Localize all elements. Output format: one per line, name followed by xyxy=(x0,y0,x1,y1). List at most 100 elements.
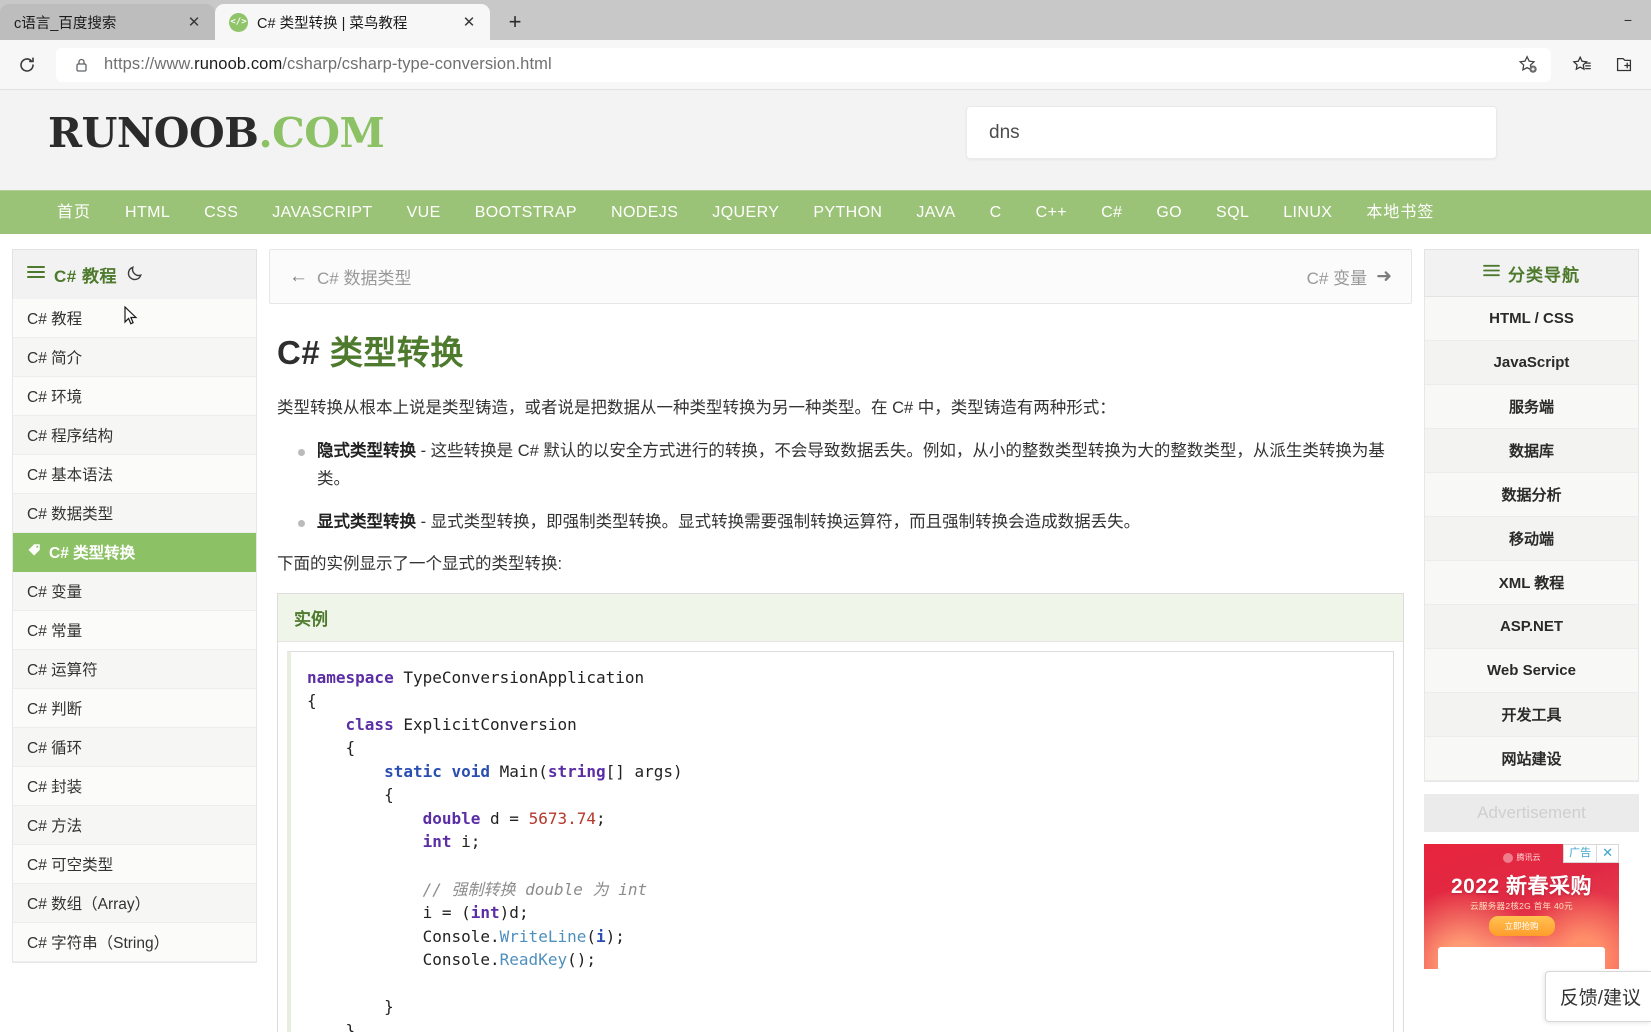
nav-item-css[interactable]: CSS xyxy=(187,191,255,235)
sidebar-item-variables[interactable]: C# 变量 xyxy=(13,572,256,611)
site-logo[interactable]: RUNOOB.COM xyxy=(48,109,385,157)
sidebar-item-basic-syntax[interactable]: C# 基本语法 xyxy=(13,455,256,494)
close-icon[interactable]: ✕ xyxy=(458,11,480,33)
category-item-javascript[interactable]: JavaScript xyxy=(1425,341,1638,385)
sidebar-item-label: C# 常量 xyxy=(27,623,83,640)
left-sidebar-list: C# 教程 C# 简介 C# 环境 C# 程序结构 C# 基本语法 C# 数据类… xyxy=(12,299,257,963)
category-item-website-building[interactable]: 网站建设 xyxy=(1425,737,1638,781)
nav-item-sql[interactable]: SQL xyxy=(1199,191,1266,235)
example-title: 实例 xyxy=(278,593,1403,642)
breadcrumb: ← C# 数据类型 C# 变量 ➜ xyxy=(269,249,1412,304)
sidebar-item-type-conversion[interactable]: C# 类型转换 xyxy=(13,533,256,572)
lead-paragraph: 下面的实例显示了一个显式的类型转换: xyxy=(277,555,563,573)
minimize-button[interactable]: − xyxy=(1605,0,1651,40)
reload-icon[interactable] xyxy=(10,48,44,82)
sidebar-item-label: C# 判断 xyxy=(27,701,83,718)
sidebar-item-label: C# 环境 xyxy=(27,389,83,406)
nav-item-go[interactable]: GO xyxy=(1139,191,1199,235)
category-item-data-analysis[interactable]: 数据分析 xyxy=(1425,473,1638,517)
nav-item-csharp[interactable]: C# xyxy=(1084,191,1139,235)
sidebar-item-environment[interactable]: C# 环境 xyxy=(13,377,256,416)
nav-item-html[interactable]: HTML xyxy=(108,191,187,235)
list-item: 隐式类型转换 - 这些转换是 C# 默认的以安全方式进行的转换，不会导致数据丢失… xyxy=(277,437,1404,494)
sidebar-item-label: C# 教程 xyxy=(27,311,83,328)
category-item-server[interactable]: 服务端 xyxy=(1425,385,1638,429)
browser-toolbar: https://www.runoob.com/csharp/csharp-typ… xyxy=(0,40,1651,90)
add-favorite-icon[interactable] xyxy=(1515,52,1541,78)
sidebar-item-label: C# 类型转换 xyxy=(49,545,136,562)
sidebar-item-label: C# 简介 xyxy=(27,350,83,367)
intro-paragraph: 类型转换从根本上说是类型铸造，或者说是把数据从一种类型转换为另一种类型。在 C#… xyxy=(277,399,1116,417)
address-bar[interactable]: https://www.runoob.com/csharp/csharp-typ… xyxy=(56,47,1551,82)
ad-brand: 腾讯云 xyxy=(1502,852,1541,863)
close-icon[interactable]: ✕ xyxy=(183,11,205,33)
category-item-aspnet[interactable]: ASP.NET xyxy=(1425,605,1638,649)
category-item-xml[interactable]: XML 教程 xyxy=(1425,561,1638,605)
nav-item-home[interactable]: 首页 xyxy=(40,191,108,235)
tag-icon xyxy=(27,542,42,562)
logo-tld: COM xyxy=(272,109,385,157)
tab-title: C# 类型转换 | 菜鸟教程 xyxy=(257,15,408,32)
nav-item-bookmarks[interactable]: 本地书签 xyxy=(1349,191,1451,235)
next-page-link[interactable]: C# 变量 ➜ xyxy=(1307,264,1392,289)
nav-item-python[interactable]: PYTHON xyxy=(796,191,899,235)
code-snippet[interactable]: namespace TypeConversionApplication { cl… xyxy=(307,666,1377,1032)
sidebar-item-conditions[interactable]: C# 判断 xyxy=(13,689,256,728)
sidebar-item-methods[interactable]: C# 方法 xyxy=(13,806,256,845)
site-header: RUNOOB.COM dns xyxy=(0,90,1651,190)
browser-tab-1[interactable]: c语言_百度搜索 ✕ xyxy=(0,4,215,40)
list-icon xyxy=(27,265,45,284)
sidebar-item-data-types[interactable]: C# 数据类型 xyxy=(13,494,256,533)
sidebar-item-string[interactable]: C# 字符串（String） xyxy=(13,923,256,962)
feedback-tab[interactable]: 反馈/建议 xyxy=(1544,971,1651,1022)
sidebar-item-operators[interactable]: C# 运算符 xyxy=(13,650,256,689)
prev-page-link[interactable]: ← C# 数据类型 xyxy=(289,264,411,289)
right-sidebar-title: 分类导航 xyxy=(1508,265,1580,285)
ad-footer-strip xyxy=(1438,947,1605,969)
sidebar-item-program-structure[interactable]: C# 程序结构 xyxy=(13,416,256,455)
collections-icon[interactable] xyxy=(1607,48,1641,82)
favorites-icon[interactable] xyxy=(1565,48,1599,82)
sidebar-item-label: C# 循环 xyxy=(27,740,83,757)
nav-item-javascript[interactable]: JAVASCRIPT xyxy=(255,191,389,235)
browser-tab-2[interactable]: </> C# 类型转换 | 菜鸟教程 ✕ xyxy=(215,4,490,40)
nav-item-c[interactable]: C xyxy=(973,191,1019,235)
sidebar-item-constants[interactable]: C# 常量 xyxy=(13,611,256,650)
nav-item-linux[interactable]: LINUX xyxy=(1266,191,1349,235)
category-item-html-css[interactable]: HTML / CSS xyxy=(1425,297,1638,341)
category-item-web-service[interactable]: Web Service xyxy=(1425,649,1638,693)
ad-cta-button[interactable]: 立即抢购 xyxy=(1488,916,1555,936)
site-search-input[interactable]: dns xyxy=(966,106,1497,159)
moon-icon[interactable] xyxy=(126,263,145,287)
address-bar-url: https://www.runoob.com/csharp/csharp-typ… xyxy=(104,55,552,73)
ad-image[interactable]: 腾讯云 2022 新春采购 云服务器2核2G 首年 40元 立即抢购 广告 ✕ xyxy=(1424,844,1619,969)
sidebar-item-label: C# 可空类型 xyxy=(27,857,114,874)
nav-item-java[interactable]: JAVA xyxy=(899,191,972,235)
sidebar-item-nullable[interactable]: C# 可空类型 xyxy=(13,845,256,884)
sidebar-item-label: C# 方法 xyxy=(27,818,83,835)
right-sidebar: 分类导航 HTML / CSS JavaScript 服务端 数据库 数据分析 … xyxy=(1424,249,1639,1032)
ad-subtitle: 云服务器2核2G 首年 40元 xyxy=(1470,901,1573,911)
sidebar-item-encapsulation[interactable]: C# 封装 xyxy=(13,767,256,806)
logo-dot: . xyxy=(258,109,273,157)
nav-item-cpp[interactable]: C++ xyxy=(1019,191,1084,235)
sidebar-item-label: C# 程序结构 xyxy=(27,428,114,445)
sidebar-item-label: C# 字符串（String） xyxy=(27,935,170,952)
category-item-mobile[interactable]: 移动端 xyxy=(1425,517,1638,561)
new-tab-button[interactable]: + xyxy=(496,6,534,38)
left-sidebar: C# 教程 C# 教程 C# 简介 C# 环境 C# 程序结构 C# 基本语法 … xyxy=(12,249,257,1032)
category-item-dev-tools[interactable]: 开发工具 xyxy=(1425,693,1638,737)
nav-item-jquery[interactable]: JQUERY xyxy=(695,191,796,235)
sidebar-item-intro[interactable]: C# 简介 xyxy=(13,338,256,377)
arrow-left-icon: ← xyxy=(289,265,308,287)
category-item-database[interactable]: 数据库 xyxy=(1425,429,1638,473)
sidebar-item-label: C# 数组（Array） xyxy=(27,896,151,913)
nav-item-nodejs[interactable]: NODEJS xyxy=(594,191,695,235)
ad-close-icon[interactable]: ✕ xyxy=(1597,844,1619,863)
conversion-type-list: 隐式类型转换 - 这些转换是 C# 默认的以安全方式进行的转换，不会导致数据丢失… xyxy=(277,437,1404,536)
nav-item-bootstrap[interactable]: BOOTSTRAP xyxy=(458,191,594,235)
left-sidebar-title: C# 教程 xyxy=(54,267,117,286)
nav-item-vue[interactable]: VUE xyxy=(390,191,458,235)
sidebar-item-array[interactable]: C# 数组（Array） xyxy=(13,884,256,923)
sidebar-item-loops[interactable]: C# 循环 xyxy=(13,728,256,767)
